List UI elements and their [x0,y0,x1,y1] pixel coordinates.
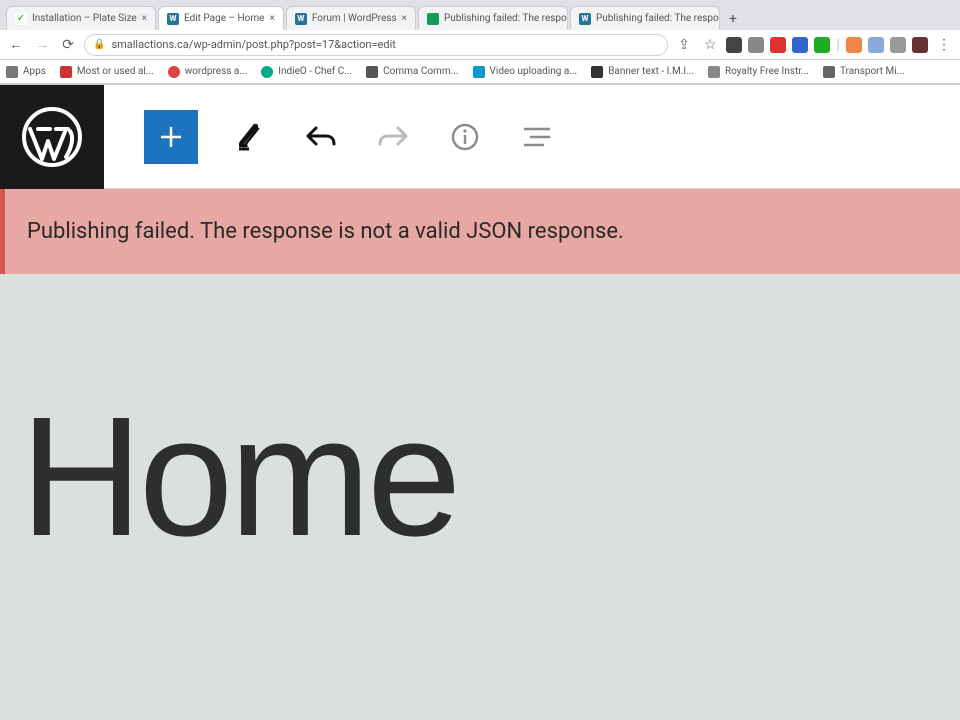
browser-tab[interactable]: W Publishing failed: The respo × [570,6,720,30]
wordpress-logo-icon [20,105,84,169]
forward-button[interactable]: → [32,35,52,55]
tab-strip: ✓ Installation – Plate Size × W Edit Pag… [0,0,960,30]
bookmark-label: Banner text - I.M.I... [608,66,694,77]
undo-button[interactable] [300,116,342,158]
address-bar-row: ← → ⟳ 🔒 smallactions.ca/wp-admin/post.ph… [0,30,960,60]
bookmarks-bar: Apps Most or used al... wordpress a... I… [0,60,960,84]
extension-icon[interactable] [868,37,884,53]
favicon-check-icon: ✓ [15,13,27,25]
error-notice: Publishing failed. The response is not a… [0,189,960,274]
favicon-green-icon [427,13,439,25]
bookmark-item[interactable]: Banner text - I.M.I... [591,66,694,78]
tab-close-icon[interactable]: × [142,13,147,24]
pencil-icon [234,122,264,152]
extensions-row: ⇪ ☆ | ⋮ [674,35,954,55]
browser-tab[interactable]: ✓ Installation – Plate Size × [6,6,156,30]
add-block-button[interactable] [144,110,198,164]
browser-tab[interactable]: Publishing failed: The respo × [418,6,568,30]
toolbar-buttons [104,85,960,188]
extension-icon[interactable] [814,37,830,53]
editor-canvas[interactable]: Home [0,274,960,720]
bookmark-label: IndieO - Chef C... [278,66,352,77]
extension-icon[interactable] [890,37,906,53]
tab-label: Publishing failed: The respo [596,13,719,24]
favicon-wordpress-icon: W [167,13,179,25]
extension-icon[interactable] [792,37,808,53]
extension-icon[interactable] [748,37,764,53]
edit-mode-button[interactable] [228,116,270,158]
browser-tab[interactable]: W Forum | WordPress × [286,6,416,30]
tab-close-icon[interactable]: × [269,13,274,24]
redo-button[interactable] [372,116,414,158]
tab-label: Installation – Plate Size [32,13,137,24]
list-icon [522,125,552,149]
bookmark-item[interactable]: Comma Comm... [366,66,458,78]
bookmark-item[interactable]: Transport Mi... [823,66,905,78]
bookmark-item[interactable]: Royalty Free Instr... [708,66,809,78]
reload-button[interactable]: ⟳ [58,35,78,55]
bookmark-label: Video uploading a... [490,66,578,77]
outline-button[interactable] [516,116,558,158]
bookmark-item[interactable]: Most or used al... [60,66,154,78]
plus-icon [157,123,185,151]
favicon-wordpress-icon: W [295,13,307,25]
extension-icon[interactable] [726,37,742,53]
url-text: smallactions.ca/wp-admin/post.php?post=1… [111,38,395,51]
info-icon [450,122,480,152]
address-bar[interactable]: 🔒 smallactions.ca/wp-admin/post.php?post… [84,34,668,56]
bookmark-label: wordpress a... [185,66,248,77]
extension-icon[interactable] [912,37,928,53]
extension-icon[interactable] [846,37,862,53]
extension-icon[interactable] [770,37,786,53]
bookmark-item[interactable]: IndieO - Chef C... [261,66,352,78]
wordpress-logo[interactable] [0,85,104,189]
bookmark-item[interactable]: Video uploading a... [473,66,578,78]
bookmark-label: Apps [23,66,46,77]
editor-toolbar [0,85,960,189]
redo-icon [376,122,410,152]
page-title-field[interactable]: Home [0,274,960,562]
bookmark-label: Transport Mi... [840,66,905,77]
tab-label: Publishing failed: The respo [444,13,567,24]
new-tab-button[interactable]: + [722,8,744,30]
back-button[interactable]: ← [6,35,26,55]
share-icon[interactable]: ⇪ [674,35,694,55]
lock-icon: 🔒 [93,39,105,50]
browser-tab[interactable]: W Edit Page – Home × [158,6,284,30]
bookmark-label: Royalty Free Instr... [725,66,809,77]
error-text: Publishing failed. The response is not a… [27,219,624,244]
tab-label: Edit Page – Home [184,13,264,24]
star-icon[interactable]: ☆ [700,35,720,55]
browser-chrome: ✓ Installation – Plate Size × W Edit Pag… [0,0,960,85]
bookmark-label: Most or used al... [77,66,154,77]
tab-close-icon[interactable]: × [402,13,407,24]
menu-icon[interactable]: ⋮ [934,35,954,55]
bookmark-item[interactable]: wordpress a... [168,66,248,78]
undo-icon [304,122,338,152]
bookmark-item[interactable]: Apps [6,66,46,78]
favicon-wordpress-icon: W [579,13,591,25]
bookmark-label: Comma Comm... [383,66,458,77]
info-button[interactable] [444,116,486,158]
tab-label: Forum | WordPress [312,13,397,24]
